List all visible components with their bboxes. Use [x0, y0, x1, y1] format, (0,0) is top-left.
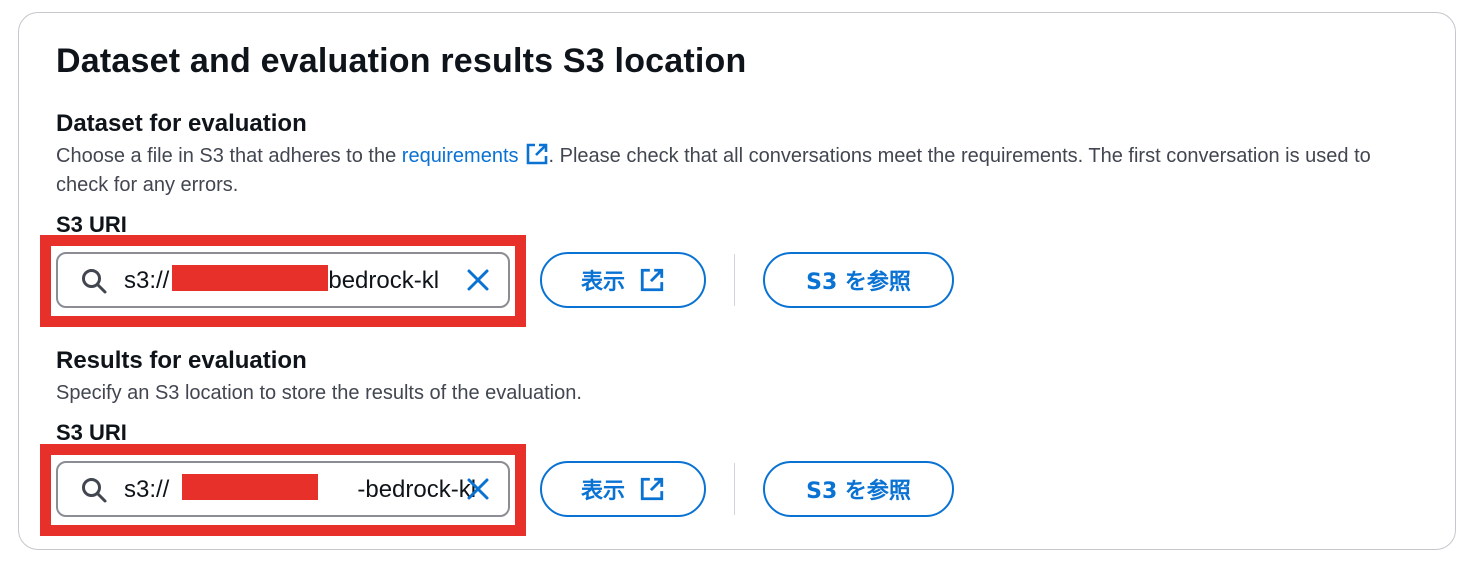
search-icon — [82, 478, 107, 503]
dataset-desc-text-start: Choose a file in S3 that adheres to the — [56, 145, 402, 167]
dataset-browse-s3-button[interactable]: S3 を参照 — [763, 252, 954, 308]
dataset-description: Choose a file in S3 that adheres to the … — [56, 142, 1426, 200]
dataset-uri-suffix: bedrock-kl — [328, 267, 440, 294]
button-divider — [734, 463, 735, 515]
button-divider — [734, 254, 735, 306]
dataset-browse-label: S3 を参照 — [806, 270, 911, 295]
results-uri-redaction — [182, 474, 318, 500]
requirements-link[interactable]: requirements — [402, 142, 549, 167]
results-uri-suffix: -bedrock-kl — [357, 476, 477, 503]
dataset-section-label: Dataset for evaluation — [56, 110, 307, 137]
dataset-uri-redaction — [172, 265, 328, 291]
dataset-view-button[interactable]: 表示 — [540, 252, 706, 308]
clear-icon[interactable] — [466, 477, 490, 501]
dataset-view-label: 表示 — [580, 270, 625, 295]
external-link-icon — [640, 477, 664, 501]
requirements-link-text[interactable]: requirements — [402, 145, 519, 167]
results-browse-s3-button[interactable]: S3 を参照 — [763, 461, 954, 517]
external-link-icon — [640, 268, 664, 292]
results-uri-label: S3 URI — [56, 420, 127, 445]
external-link-icon[interactable] — [525, 142, 549, 166]
dataset-uri-prefix: s3:// — [124, 267, 170, 294]
clear-icon[interactable] — [466, 268, 490, 292]
results-s3-uri-input[interactable]: s3:// -bedrock-kl — [56, 461, 510, 517]
dataset-s3-uri-input[interactable]: s3:// bedrock-kl — [56, 252, 510, 308]
panel-title: Dataset and evaluation results S3 locati… — [56, 42, 747, 80]
search-icon — [82, 269, 107, 294]
results-description: Specify an S3 location to store the resu… — [56, 382, 582, 404]
results-browse-label: S3 を参照 — [806, 479, 911, 504]
results-view-button[interactable]: 表示 — [540, 461, 706, 517]
results-view-label: 表示 — [580, 479, 625, 504]
results-section-label: Results for evaluation — [56, 347, 307, 374]
results-uri-prefix: s3:// — [124, 476, 170, 503]
